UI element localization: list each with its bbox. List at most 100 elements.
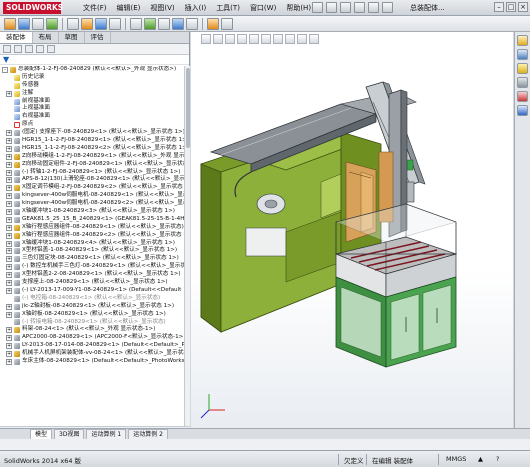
tree-item[interactable]: + X轴行程感应器组件-08-240829<2> (默认<<默认>_显示状态 1>…	[0, 232, 184, 240]
scrollbar-thumb[interactable]	[186, 68, 190, 148]
tree-item[interactable]: + kingsever-400w伺服电机-08-240829<1> (默认<<默认…	[0, 192, 184, 200]
expand-icon[interactable]: +	[6, 358, 12, 365]
reference-geometry-icon[interactable]	[95, 17, 107, 30]
tree-item[interactable]: - 总装配体-1-2-FJ-08-240829 (默认<<默认>_外观 显示状态>…	[0, 66, 184, 74]
tree-item[interactable]: + Z向移动固定组件-2-FJ-08-240829<1> (默认<<默认>_显示状…	[0, 161, 184, 169]
expand-icon[interactable]: +	[6, 216, 12, 223]
section-view-icon[interactable]	[237, 34, 247, 44]
tab-motion-study-2[interactable]: 运动算例 2	[128, 428, 168, 440]
menu-edit[interactable]: 编辑(E)	[112, 2, 146, 14]
interference-detection-icon[interactable]	[172, 17, 184, 30]
minimize-icon[interactable]: –	[494, 2, 504, 12]
assembly-features-icon[interactable]	[81, 17, 93, 30]
view-settings-icon[interactable]	[309, 34, 319, 44]
tree-item[interactable]: + (-) LY-2013-17-009-Y1-08-240829<1> (Def…	[0, 287, 184, 295]
tab-evaluate[interactable]: 评估	[85, 32, 111, 43]
expand-icon[interactable]: +	[6, 287, 12, 294]
display-manager-icon[interactable]	[47, 45, 55, 53]
menu-help[interactable]: 帮助(H)	[281, 2, 316, 14]
menu-tools[interactable]: 工具(T)	[211, 2, 245, 14]
expand-icon[interactable]: +	[6, 201, 12, 208]
expand-icon[interactable]: +	[6, 343, 12, 350]
menu-insert[interactable]: 插入(I)	[180, 2, 212, 14]
tree-item[interactable]: + LY-2013-08-17-014-08-240829<1> (Default…	[0, 342, 184, 350]
edit-appearance-icon[interactable]	[285, 34, 295, 44]
zoom-to-fit-icon[interactable]	[201, 34, 211, 44]
tree-item[interactable]: + HGR15_1-1-2-FJ-08-240829<1> (默认<<默认>_显示…	[0, 137, 184, 145]
view-palette-icon[interactable]	[517, 77, 528, 88]
expand-icon[interactable]: +	[6, 137, 12, 144]
tree-item[interactable]: + 车床主体-08-240829<1> (Default<<Default>_Ph…	[0, 358, 184, 366]
help-icon[interactable]: ?	[496, 455, 499, 463]
tab-layout[interactable]: 布局	[33, 32, 59, 43]
file-explorer-icon[interactable]	[517, 63, 528, 74]
expand-icon[interactable]: +	[6, 311, 12, 318]
expand-icon[interactable]: +	[6, 248, 12, 255]
smart-fasteners-icon[interactable]	[221, 17, 233, 30]
explode-line-sketch-icon[interactable]	[158, 17, 170, 30]
tree-item[interactable]: + 支撑座上-08-240829<1> (默认<<默认>_显示状态 1>)	[0, 279, 184, 287]
expand-icon[interactable]: +	[6, 153, 12, 160]
expand-icon[interactable]: +	[6, 177, 12, 184]
hide-show-items-icon[interactable]	[273, 34, 283, 44]
collapse-icon[interactable]: -	[2, 66, 8, 73]
feature-tree-icon[interactable]	[3, 45, 11, 53]
design-library-icon[interactable]	[517, 49, 528, 60]
tab-sketch[interactable]: 草图	[59, 32, 85, 43]
tree-item[interactable]: + (固定) 支撑座下-08-240829<1> (默认<<默认>_显示状态 1>…	[0, 129, 184, 137]
display-style-icon[interactable]	[261, 34, 271, 44]
tree-item[interactable]: + X轴行程感应器组件-08-240829<1> (默认<<默认>_显示状态)	[0, 224, 184, 232]
new-motion-study-icon[interactable]	[109, 17, 121, 30]
configuration-manager-icon[interactable]	[25, 45, 33, 53]
menu-window[interactable]: 窗口(W)	[245, 2, 281, 14]
expand-icon[interactable]: +	[6, 145, 12, 152]
close-icon[interactable]: ×	[518, 2, 528, 12]
previous-view-icon[interactable]	[225, 34, 235, 44]
component-pattern-icon[interactable]	[32, 17, 44, 30]
menu-file[interactable]: 文件(F)	[78, 2, 112, 14]
tree-item[interactable]: + GEAK81.5_25_15_B_240829<1> (GEAK81.5-25…	[0, 216, 184, 224]
tree-item[interactable]: + 注解	[0, 90, 184, 98]
options-icon[interactable]	[382, 2, 393, 13]
tree-item[interactable]: + X轴封板-08-240829<1> (默认<<默认>_显示状态 1>)	[0, 311, 184, 319]
instant3d-icon[interactable]	[207, 17, 219, 30]
print-icon[interactable]	[354, 2, 365, 13]
solidworks-logo[interactable]: SOLIDWORKS	[3, 2, 63, 14]
custom-properties-icon[interactable]	[517, 105, 528, 116]
tree-item[interactable]: + jic-Z轴封板-08-240829<1> (默认<<默认>_显示状态 1>)	[0, 303, 184, 311]
tab-model[interactable]: 模型	[30, 428, 53, 440]
expand-icon[interactable]: +	[6, 224, 12, 231]
bill-of-materials-icon[interactable]	[130, 17, 142, 30]
tree-item[interactable]: + X型材铝盖2-2-08-240829<1> (默认<<默认>_显示状态 1>)	[0, 271, 184, 279]
appearances-icon[interactable]	[517, 91, 528, 102]
tree-item[interactable]: + HGR15_1-1-2-FJ-08-240829<2> (默认<<默认>_显示…	[0, 145, 184, 153]
move-component-icon[interactable]	[46, 17, 58, 30]
expand-icon[interactable]: +	[6, 90, 12, 97]
apply-scene-icon[interactable]	[297, 34, 307, 44]
new-doc-icon[interactable]	[312, 2, 323, 13]
tree-filter-bar[interactable]: ▼	[0, 55, 189, 65]
solidworks-resources-icon[interactable]	[517, 35, 528, 46]
tree-item[interactable]: 原点	[0, 121, 184, 129]
expand-icon[interactable]: +	[6, 161, 12, 168]
tab-3d-views[interactable]: 3D视图	[54, 428, 85, 440]
maximize-icon[interactable]: □	[506, 2, 516, 12]
clearance-verification-icon[interactable]	[186, 17, 198, 30]
expand-icon[interactable]: +	[6, 335, 12, 342]
expand-icon[interactable]: +	[6, 279, 12, 286]
units-selector[interactable]: MMGS	[446, 455, 466, 463]
expand-icon[interactable]: +	[6, 272, 12, 279]
tree-vertical-scrollbar[interactable]	[184, 66, 190, 426]
menu-view[interactable]: 视图(V)	[145, 2, 179, 14]
tree-item[interactable]: 历史记录	[0, 74, 184, 82]
open-icon[interactable]	[326, 2, 337, 13]
tree-item[interactable]: + APC2000-08-240829<1> (APC2000-F<默认>_显示状…	[0, 334, 184, 342]
zoom-area-icon[interactable]	[213, 34, 223, 44]
tree-item[interactable]: + kingsever-400w伺服电机-08-240829<2> (默认<<默认…	[0, 200, 184, 208]
tree-item[interactable]: + Z向移动模组-1-2-FJ-08-240829<1> (默认<<默认>_外观 …	[0, 153, 184, 161]
machine-3d-model[interactable]	[191, 32, 513, 428]
exploded-view-icon[interactable]	[144, 17, 156, 30]
property-manager-icon[interactable]	[14, 45, 22, 53]
tree-item[interactable]: (-) 电控箱-08-240829<1> (默认<<默认>_显示状态)	[0, 295, 184, 303]
tree-item[interactable]: + 机械手人机屏机架装配体-vv-08-24<1> (默认<<默认>_显示状态)	[0, 350, 184, 358]
